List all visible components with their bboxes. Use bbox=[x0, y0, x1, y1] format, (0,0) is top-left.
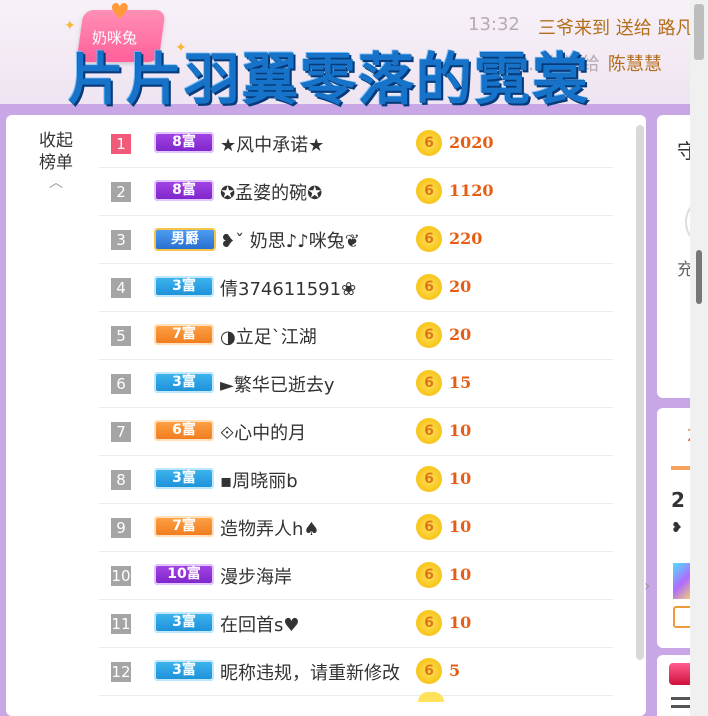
contribution-score: 10 bbox=[449, 613, 472, 632]
wealth-level-badge: 男爵 bbox=[154, 228, 216, 251]
user-nickname[interactable]: 造物弄人h♠ bbox=[220, 515, 320, 541]
contribution-score: 220 bbox=[449, 229, 483, 248]
rank-number: 9 bbox=[111, 518, 131, 538]
contribution-score: 15 bbox=[449, 373, 472, 392]
top-banner: ♥ 奶咪兔 ✦ ✦ 13:32 三爷来到 送给 路凡 13:3 …枕 送给 陈慧慧… bbox=[0, 0, 708, 113]
wealth-level-badge: 3富 bbox=[154, 660, 214, 681]
overlay-title: 片片羽翼零落的霓裳 bbox=[68, 48, 590, 113]
coin-icon: 6 bbox=[416, 514, 442, 540]
scrollbar-thumb[interactable] bbox=[696, 250, 702, 304]
coin-icon: 6 bbox=[416, 178, 442, 204]
rank-number: 12 bbox=[111, 662, 131, 682]
user-nickname[interactable]: ❥ˇ 奶思♪♪咪兔❦ bbox=[220, 227, 360, 253]
user-nickname[interactable]: ⟐心中的月 bbox=[220, 419, 306, 445]
rank-number: 2 bbox=[111, 182, 131, 202]
heart-icon: ❥ bbox=[671, 520, 683, 536]
rank-number: 5 bbox=[111, 326, 131, 346]
coin-icon: 6 bbox=[416, 466, 442, 492]
coin-icon: 6 bbox=[416, 418, 442, 444]
side-panel-text: 2 bbox=[671, 488, 685, 512]
rank-number: 4 bbox=[111, 278, 131, 298]
ranking-row[interactable]: 8 3富 ▪周晓丽b 6 10 bbox=[99, 456, 613, 504]
ranking-row[interactable]: 4 3富 倩374611591❀ 6 20 bbox=[99, 264, 613, 312]
ranking-scrollbar[interactable] bbox=[636, 125, 644, 660]
user-nickname[interactable]: ★风中承诺★ bbox=[220, 131, 324, 157]
contribution-score: 10 bbox=[449, 565, 472, 584]
coin-icon: 6 bbox=[416, 274, 442, 300]
ranking-row[interactable]: 7 6富 ⟐心中的月 6 10 bbox=[99, 408, 613, 456]
wealth-level-badge: 3富 bbox=[154, 276, 214, 297]
chevron-up-icon: ︿ bbox=[49, 175, 63, 191]
contribution-score: 10 bbox=[449, 517, 472, 536]
user-nickname[interactable]: ✪孟婆的碗✪ bbox=[220, 179, 322, 205]
chevron-right-icon[interactable]: › bbox=[644, 576, 650, 595]
rank-number: 7 bbox=[111, 422, 131, 442]
contribution-score: 2020 bbox=[449, 133, 494, 152]
ranking-row[interactable]: 11 3富 在回首s♥ 6 10 bbox=[99, 600, 613, 648]
message-time: 13:32 bbox=[468, 14, 520, 35]
user-nickname[interactable]: ◑立足`江湖 bbox=[220, 323, 317, 349]
wealth-level-badge: 3富 bbox=[154, 372, 214, 393]
ranking-row[interactable]: 12 3富 昵称违规，请重新修改 6 5 bbox=[99, 648, 613, 696]
rank-number: 8 bbox=[111, 470, 131, 490]
window-scrollbar[interactable] bbox=[690, 0, 708, 716]
user-nickname[interactable]: 昵称违规，请重新修改 bbox=[220, 659, 400, 685]
ranking-panel: 收起 榜单 ︿ 1 8富 ★风中承诺★ 6 2020 2 8富 ✪孟婆的碗✪ 6 1120 3 男爵 ❥… bbox=[6, 115, 646, 716]
coin-icon: 6 bbox=[416, 322, 442, 348]
wealth-level-badge: 8富 bbox=[154, 132, 214, 153]
scrollbar-thumb[interactable] bbox=[694, 4, 704, 60]
contribution-score: 5 bbox=[449, 661, 461, 680]
coin-icon bbox=[418, 692, 444, 702]
user-nickname[interactable]: ▪周晓丽b bbox=[220, 467, 298, 493]
user-nickname[interactable]: 倩374611591❀ bbox=[220, 275, 356, 301]
contribution-score: 10 bbox=[449, 421, 472, 440]
ranking-row[interactable]: 5 7富 ◑立足`江湖 6 20 bbox=[99, 312, 613, 360]
coin-icon: 6 bbox=[416, 562, 442, 588]
rank-number: 6 bbox=[111, 374, 131, 394]
ranking-row[interactable]: 10 10富 漫步海岸 6 10 bbox=[99, 552, 613, 600]
coin-icon: 6 bbox=[416, 130, 442, 156]
wealth-level-badge: 8富 bbox=[154, 180, 214, 201]
wealth-level-badge: 7富 bbox=[154, 516, 214, 537]
contribution-score: 20 bbox=[449, 325, 472, 344]
coin-icon: 6 bbox=[416, 226, 442, 252]
ranking-list: 1 8富 ★风中承诺★ 6 2020 2 8富 ✪孟婆的碗✪ 6 1120 3 男爵 ❥ˇ 奶思♪♪咪兔… bbox=[99, 120, 613, 696]
contribution-score: 1120 bbox=[449, 181, 494, 200]
collapse-label: 收起 bbox=[39, 131, 73, 151]
menu-icon[interactable] bbox=[671, 697, 691, 700]
gift-message-nick[interactable]: 陈慧慧 bbox=[608, 54, 662, 75]
ranking-row[interactable]: 6 3富 ►繁华已逝去y 6 15 bbox=[99, 360, 613, 408]
rank-number: 10 bbox=[111, 566, 131, 586]
wealth-level-badge: 3富 bbox=[154, 612, 214, 633]
coin-icon: 6 bbox=[416, 658, 442, 684]
contribution-score: 20 bbox=[449, 277, 472, 296]
ranking-row[interactable]: 2 8富 ✪孟婆的碗✪ 6 1120 bbox=[99, 168, 613, 216]
wealth-level-badge: 6富 bbox=[154, 420, 214, 441]
wealth-level-badge: 10富 bbox=[154, 564, 214, 585]
ranking-row[interactable]: 3 男爵 ❥ˇ 奶思♪♪咪兔❦ 6 220 bbox=[99, 216, 613, 264]
collapse-ranking-button[interactable]: 收起 榜单 ︿ bbox=[34, 130, 78, 194]
collapse-label: 榜单 bbox=[39, 153, 73, 173]
contribution-score: 10 bbox=[449, 469, 472, 488]
ranking-row[interactable]: 1 8富 ★风中承诺★ 6 2020 bbox=[99, 120, 613, 168]
wealth-level-badge: 7富 bbox=[154, 324, 214, 345]
user-nickname[interactable]: 漫步海岸 bbox=[220, 563, 292, 589]
user-nickname[interactable]: ►繁华已逝去y bbox=[220, 371, 335, 397]
ranking-row[interactable]: 9 7富 造物弄人h♠ 6 10 bbox=[99, 504, 613, 552]
rank-number: 3 bbox=[111, 230, 131, 250]
coin-icon: 6 bbox=[416, 610, 442, 636]
heart-icon: ♥ bbox=[110, 0, 130, 25]
rank-number: 11 bbox=[111, 614, 131, 634]
user-nickname[interactable]: 在回首s♥ bbox=[220, 611, 300, 637]
sparkle-icon: ✦ bbox=[64, 18, 76, 34]
rank-number: 1 bbox=[111, 134, 131, 154]
wealth-level-badge: 3富 bbox=[154, 468, 214, 489]
coin-icon: 6 bbox=[416, 370, 442, 396]
